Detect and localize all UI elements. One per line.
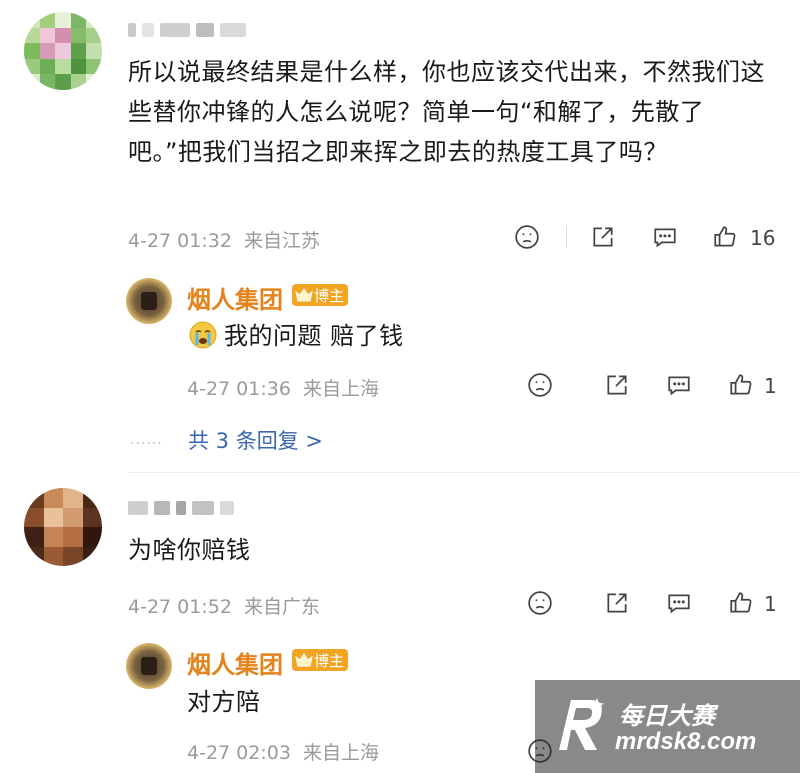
comment-location: 来自江苏 [243,230,320,252]
share-icon[interactable] [588,222,618,252]
watermark-overlay: 每日大赛 mrdsk8.com [535,680,800,773]
like-icon[interactable] [710,222,740,252]
commenter-name-blurred[interactable] [128,22,246,38]
comment-icon[interactable] [650,222,680,252]
reply-text: 对方陪 [187,688,261,716]
comment-timestamp: 4-27 01:32 来自江苏 [128,226,320,253]
share-icon[interactable] [602,588,632,618]
dislike-icon[interactable] [525,370,555,400]
reply-timestamp: 4-27 01:36 来自上海 [187,374,379,401]
reply-location: 来自上海 [302,742,379,764]
reply-time: 4-27 01:36 [187,378,291,400]
commenter-avatar[interactable] [24,12,102,90]
dislike-icon[interactable] [525,588,555,618]
like-count: 16 [750,226,776,250]
comment-time: 4-27 01:32 [128,230,232,252]
comment-icon[interactable] [664,588,694,618]
blogger-badge: 博主 [292,649,349,671]
like-count: 1 [764,374,777,398]
crown-icon [295,653,313,667]
blogger-badge: 博主 [292,284,349,306]
comment-timestamp: 4-27 01:52 来自广东 [128,592,320,619]
commenter-name-blurred[interactable] [128,500,234,516]
comment-text: 所以说最终结果是什么样，你也应该交代出来，不然我们这些替你冲锋的人怎么说呢？简单… [128,58,765,166]
share-icon[interactable] [602,370,632,400]
reply-time: 4-27 02:03 [187,742,291,764]
comment-location: 来自广东 [243,596,320,618]
like-count: 1 [764,592,777,616]
comment-divider [128,472,800,473]
badge-label: 博主 [314,651,345,670]
author-avatar[interactable] [126,278,172,324]
like-icon[interactable] [726,370,756,400]
crown-icon [295,288,313,302]
commenter-avatar[interactable] [24,488,102,566]
more-replies-dots: ······ [130,436,163,452]
watermark-brand: 每日大赛 [619,702,715,730]
reply-timestamp: 4-27 02:03 来自上海 [187,738,379,765]
crying-emoji-icon [188,320,218,350]
like-icon[interactable] [726,588,756,618]
reply-location: 来自上海 [302,378,379,400]
watermark-site: mrdsk8.com [615,728,757,755]
author-avatar[interactable] [126,643,172,689]
comment-text: 为啥你赔钱 [128,536,251,564]
comment-icon[interactable] [664,370,694,400]
dislike-icon[interactable] [512,222,542,252]
watermark-logo [551,694,609,754]
reply-text: 我的问题 赔了钱 [224,322,404,350]
action-separator [566,226,567,248]
more-replies-link[interactable]: 共 3 条回复 > [188,425,323,455]
reply-author-name[interactable]: 烟人集团 [187,280,283,315]
badge-label: 博主 [314,286,345,305]
comment-time: 4-27 01:52 [128,596,232,618]
reply-author-name[interactable]: 烟人集团 [187,645,283,680]
